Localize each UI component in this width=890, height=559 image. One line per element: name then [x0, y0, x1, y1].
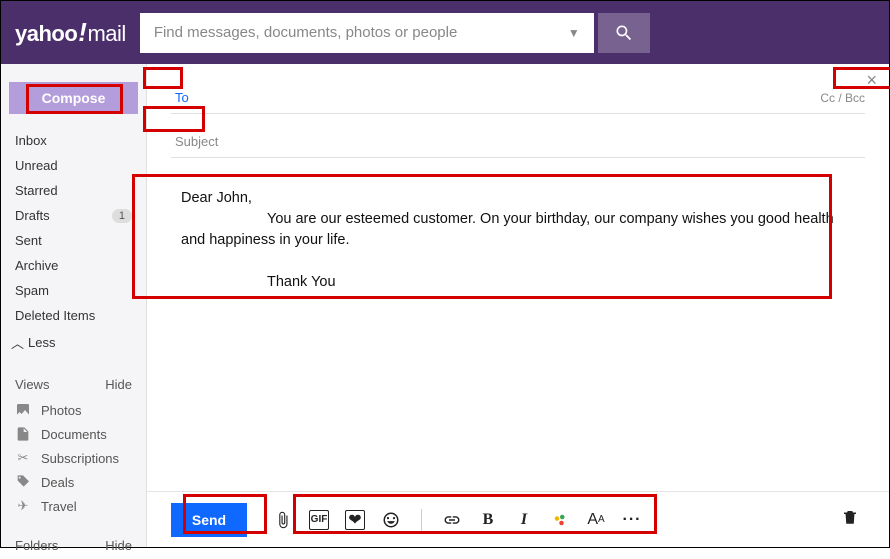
send-button[interactable]: Send [171, 503, 247, 537]
sidebar-item-unread[interactable]: Unread [1, 153, 146, 178]
sidebar-item-deleted[interactable]: Deleted Items [1, 303, 146, 328]
subject-field-row[interactable]: Subject [171, 126, 865, 158]
body-line: Thank You [181, 272, 855, 293]
hide-views-link[interactable]: Hide [105, 377, 132, 392]
sidebar: Compose Inbox Unread Starred Drafts 1 Se… [1, 64, 147, 547]
sidebar-item-spam[interactable]: Spam [1, 278, 146, 303]
sidebar-item-archive[interactable]: Archive [1, 253, 146, 278]
view-item-travel[interactable]: ✈ Travel [1, 494, 146, 518]
document-icon [15, 426, 31, 442]
hide-folders-link[interactable]: Hide [105, 538, 132, 553]
compose-button[interactable]: Compose [9, 82, 138, 114]
sidebar-item-drafts[interactable]: Drafts 1 [1, 203, 146, 228]
text-color-icon[interactable] [550, 510, 570, 530]
sidebar-item-starred[interactable]: Starred [1, 178, 146, 203]
search-input[interactable] [154, 24, 560, 41]
italic-icon[interactable]: I [514, 510, 534, 530]
gif-icon[interactable]: GIF [309, 510, 329, 530]
more-icon[interactable]: ··· [622, 510, 642, 530]
search-wrap: ▼ [140, 13, 650, 53]
search-button[interactable] [598, 13, 650, 53]
folder-list: Inbox Unread Starred Drafts 1 Sent Archi… [1, 128, 146, 357]
plane-icon: ✈ [15, 498, 31, 514]
font-size-icon[interactable]: AA [586, 510, 606, 530]
view-item-documents[interactable]: Documents [1, 422, 146, 446]
email-body-area[interactable]: Dear John, You are our esteemed customer… [171, 158, 865, 491]
body-line: You are our esteemed customer. On your b… [181, 209, 855, 251]
tag-icon [15, 474, 31, 490]
sidebar-item-inbox[interactable]: Inbox [1, 128, 146, 153]
yahoo-mail-logo: yahoo!mail [15, 17, 126, 48]
image-icon [15, 402, 31, 418]
bold-icon[interactable]: B [478, 510, 498, 530]
close-icon[interactable]: × [866, 70, 877, 91]
cc-bcc-toggle[interactable]: Cc / Bcc [820, 91, 865, 105]
subject-placeholder: Subject [171, 132, 222, 151]
to-label: To [171, 88, 193, 107]
scissors-icon: ✂ [15, 450, 31, 466]
link-icon[interactable] [442, 510, 462, 530]
sidebar-item-sent[interactable]: Sent [1, 228, 146, 253]
chevron-down-icon[interactable]: ▼ [568, 26, 580, 40]
compose-pane: × To Cc / Bcc Subject Dear John, You are… [147, 64, 889, 547]
folders-section-head: Folders Hide [1, 534, 146, 559]
emoji-icon[interactable] [381, 510, 401, 530]
to-field-row[interactable]: To Cc / Bcc [171, 82, 865, 114]
attach-icon[interactable] [273, 510, 293, 530]
search-box[interactable]: ▼ [140, 13, 594, 53]
app-header: yahoo!mail ▼ [1, 1, 889, 64]
drafts-count-badge: 1 [112, 209, 132, 223]
trash-icon [841, 508, 859, 526]
stationery-icon[interactable]: ❤ [345, 510, 365, 530]
compose-toolbar: Send GIF ❤ B I AA ··· [147, 491, 889, 547]
sidebar-item-less[interactable]: ︿ Less [1, 328, 146, 357]
search-icon [614, 23, 634, 43]
delete-draft-button[interactable] [841, 508, 859, 531]
views-section-head: Views Hide [1, 373, 146, 398]
body-line: Dear John, [181, 188, 855, 209]
view-item-deals[interactable]: Deals [1, 470, 146, 494]
view-item-subscriptions[interactable]: ✂ Subscriptions [1, 446, 146, 470]
chevron-up-icon: ︿ [11, 333, 24, 352]
view-item-photos[interactable]: Photos [1, 398, 146, 422]
